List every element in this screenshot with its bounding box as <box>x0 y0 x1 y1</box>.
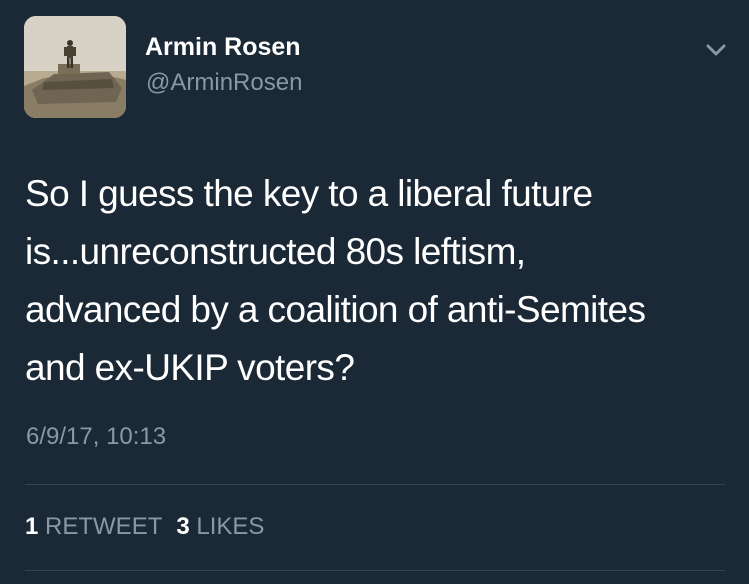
tweet-line: and ex-UKIP voters? <box>25 347 355 388</box>
tweet-line: So I guess the key to a liberal future <box>25 173 593 214</box>
divider <box>25 570 725 571</box>
retweet-label: RETWEET <box>45 513 163 540</box>
avatar[interactable] <box>24 16 126 118</box>
tweet-line: advanced by a coalition of anti-Semites <box>25 289 646 330</box>
profile-photo <box>24 16 126 118</box>
likes-stat[interactable]: 3 LIKES <box>176 513 264 541</box>
tweet-text: So I guess the key to a liberal future i… <box>25 165 735 397</box>
retweet-stat[interactable]: 1 RETWEET <box>25 513 162 541</box>
tweet-stats: 1 RETWEET 3 LIKES <box>25 513 278 541</box>
author-handle[interactable]: @ArminRosen <box>146 69 302 97</box>
retweet-count: 1 <box>25 513 39 540</box>
tweet-timestamp: 6/9/17, 10:13 <box>26 423 167 450</box>
likes-count: 3 <box>176 513 190 540</box>
tweet-line: is...unreconstructed 80s leftism, <box>25 231 526 272</box>
author-name[interactable]: Armin Rosen <box>145 33 301 62</box>
chevron-down-icon[interactable] <box>702 38 730 62</box>
divider <box>25 484 725 485</box>
likes-label: LIKES <box>196 513 265 540</box>
